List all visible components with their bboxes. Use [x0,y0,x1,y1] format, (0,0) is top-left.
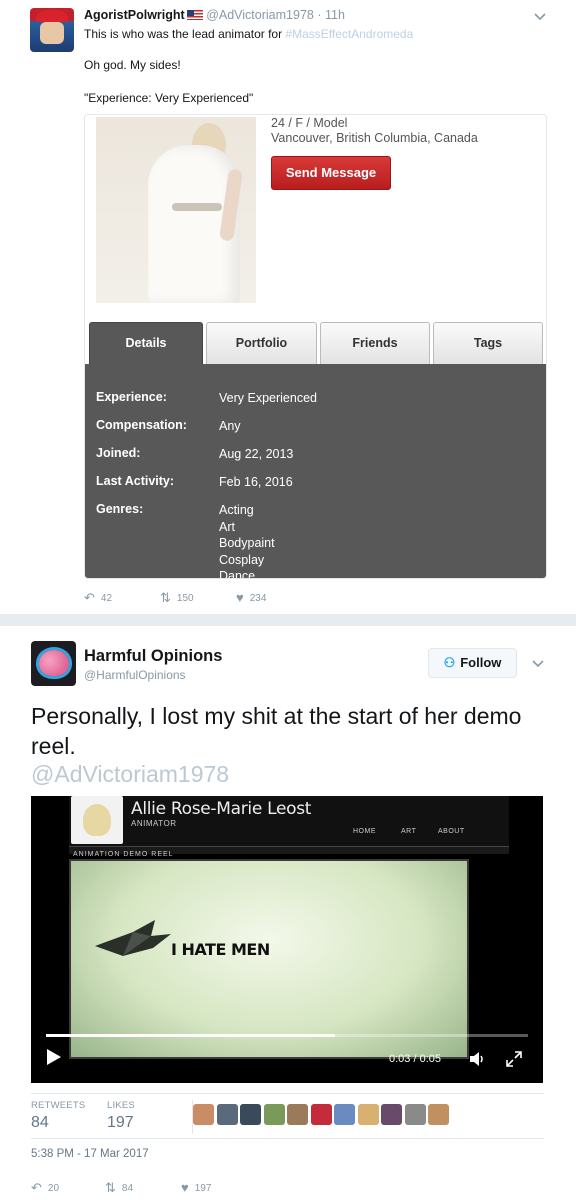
like-count[interactable]: LIKES 197 [107,1100,135,1132]
paper-ship-graphic [95,920,171,956]
liker-avatar[interactable] [263,1104,285,1125]
retweet-button[interactable]: ⇅ 84 [105,1180,133,1196]
tab-details[interactable]: Details [89,322,203,364]
like-button[interactable]: ♥ 234 [236,590,266,605]
model-photo [96,117,256,303]
reply-icon: ↶ [84,590,95,605]
tweet-text: Personally, I lost my shit at the start … [31,703,522,759]
liker-avatar[interactable] [381,1104,402,1125]
tweet-header: AgoristPolwright @AdVictoriam1978 · 11h [84,8,345,22]
video-site-subtitle: ANIMATOR [131,819,177,828]
liker-avatar[interactable] [240,1104,261,1125]
tab-portfolio[interactable]: Portfolio [206,322,317,364]
tab-friends[interactable]: Friends [320,322,430,364]
tweet-text: This is who was the lead animator for #M… [84,27,414,41]
send-message-button[interactable]: Send Message [271,156,391,190]
heart-icon: ♥ [181,1180,189,1195]
tweet-separator [0,614,576,626]
retweet-button[interactable]: ⇅ 150 [160,590,194,606]
volume-icon[interactable] [468,1050,486,1068]
profile-tabs: Details Portfolio Friends Tags [89,322,545,364]
us-flag-icon [186,10,203,20]
reply-button[interactable]: ↶ 42 [84,590,112,606]
author-handle[interactable]: @HarmfulOpinions [84,668,186,682]
heart-icon: ♥ [236,590,244,605]
video-caption: I HATE MEN [171,940,270,959]
animator-logo [71,796,123,844]
liker-avatar[interactable] [428,1104,449,1125]
attached-image[interactable]: 24 / F / Model Vancouver, British Columb… [84,114,547,579]
like-button[interactable]: ♥ 197 [181,1180,211,1195]
liker-avatar[interactable] [404,1104,426,1125]
author-name[interactable]: Harmful Opinions [84,647,222,666]
follow-button[interactable]: ⚇ Follow [428,648,517,678]
play-icon[interactable] [46,1048,62,1066]
genres-list: Acting Art Bodypaint Cosplay Dance [219,503,275,579]
tweet-1: AgoristPolwright @AdVictoriam1978 · 11h … [0,0,576,614]
tweet-stats: RETWEETS 84 LIKES 197 [31,1093,544,1139]
reply-button[interactable]: ↶ 20 [31,1180,59,1196]
liker-avatar[interactable] [193,1104,214,1125]
reel-label: ANIMATION DEMO REEL [73,851,174,858]
video-progress-fill [46,1034,336,1037]
author-handle[interactable]: @AdVictoriam1978 [206,8,314,22]
profile-info: 24 / F / Model Vancouver, British Columb… [271,116,478,145]
video-player[interactable]: Allie Rose-Marie Leost ANIMATOR HOME ART… [31,796,543,1083]
video-progress-bar[interactable] [46,1034,528,1037]
liker-avatar[interactable] [334,1104,355,1125]
retweet-count[interactable]: RETWEETS 84 [31,1100,85,1132]
liker-avatar[interactable] [287,1104,308,1125]
retweet-icon: ⇅ [105,1180,116,1195]
chevron-down-icon[interactable] [532,8,548,24]
video-site-title: Allie Rose-Marie Leost [131,799,312,819]
fullscreen-icon[interactable] [505,1050,523,1068]
video-time: 0:03 / 0:05 [389,1053,441,1065]
liker-avatar[interactable] [357,1104,379,1125]
video-nav-about: ABOUT [438,828,465,835]
tweet-timestamp[interactable]: 5:38 PM - 17 Mar 2017 [31,1148,149,1160]
author-name[interactable]: AgoristPolwright [84,8,185,22]
reply-icon: ↶ [31,1180,42,1195]
mention-link[interactable]: @AdVictoriam1978 [31,759,229,789]
retweet-icon: ⇅ [160,590,171,605]
hashtag-link[interactable]: #MassEffectAndromeda [285,27,413,41]
video-nav-art: ART [401,828,417,835]
avatar[interactable] [30,8,74,52]
chevron-down-icon[interactable] [530,655,546,671]
tweet-text-line: Oh god. My sides! [84,58,181,72]
tweet-text-line: "Experience: Very Experienced" [84,91,254,105]
video-nav-home: HOME [353,828,376,835]
add-user-icon: ⚇ [443,655,456,670]
liker-avatar[interactable] [310,1104,332,1125]
video-frame [69,859,469,1059]
details-panel: Experience: Very Experienced Compensatio… [85,364,546,579]
liker-avatar[interactable] [216,1104,238,1125]
avatar[interactable] [31,641,76,686]
tab-tags[interactable]: Tags [433,322,543,364]
tweet-time[interactable]: 11h [325,8,345,22]
